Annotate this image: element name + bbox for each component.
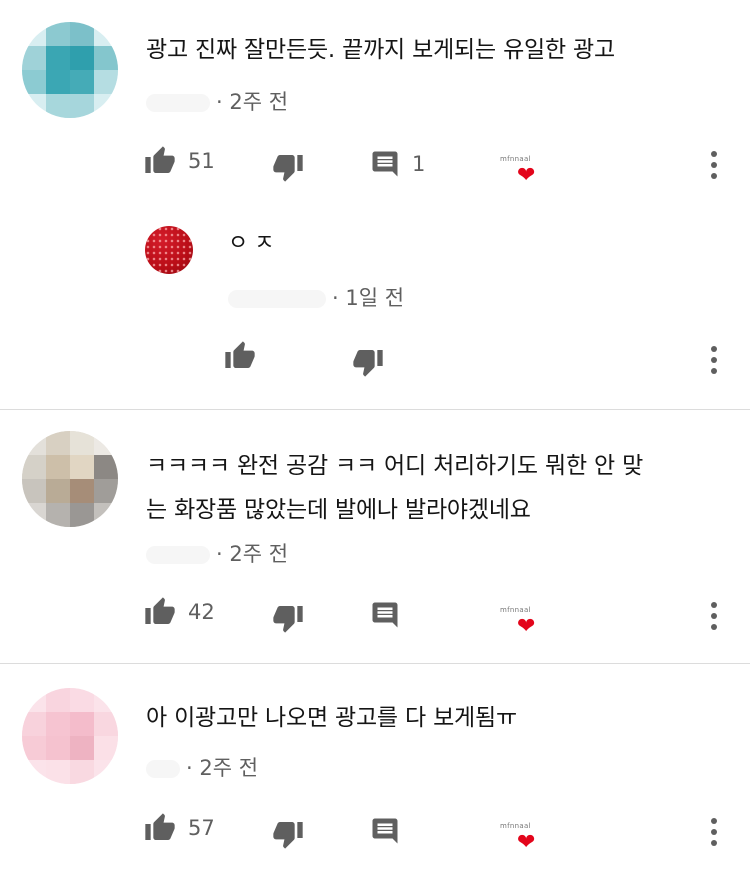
reply-text-line: ㅇㅈ: [228, 231, 281, 256]
blurred-author-name[interactable]: [146, 760, 180, 778]
comment-meta: · 2주 전: [146, 752, 258, 782]
heart-icon: ❤: [517, 163, 536, 188]
reply-avatar[interactable]: [145, 226, 193, 274]
like-button[interactable]: 42: [144, 596, 215, 628]
creator-heart: mfnnaal ❤: [500, 606, 556, 646]
comment-text-line: 아 이광고만 나오면 광고를 다 보게됨ㅠ: [146, 705, 517, 731]
comment-text-line: 는 화장품 많았는데 발에나 발라야겠네요: [146, 497, 531, 523]
comment-time: · 2주 전: [216, 542, 289, 566]
like-count: 51: [188, 149, 215, 173]
thumbs-up-icon: [145, 146, 175, 173]
comment-text-line: 광고 진짜 잘만든듯. 끝까지 보게되는 유일한 광고: [146, 37, 615, 63]
comment-actions: 42 mfnnaal ❤: [0, 594, 750, 638]
comment-text: 아 이광고만 나오면 광고를 다 보게됨ㅠ: [146, 700, 726, 736]
comment-text-line: ㅋㅋㅋㅋ 완전 공감 ㅋㅋ 어디 처리하기도 뭐한 안 맞: [146, 453, 644, 479]
like-button[interactable]: 57: [144, 812, 215, 844]
reply-button[interactable]: [370, 600, 400, 630]
avatar[interactable]: [22, 431, 118, 527]
like-button[interactable]: 51: [144, 145, 215, 177]
more-options-icon[interactable]: [709, 346, 719, 376]
more-options-icon[interactable]: [709, 602, 719, 632]
thumbs-down-icon: [353, 350, 383, 377]
like-count: 42: [188, 600, 215, 624]
thumbs-down-icon: [273, 606, 303, 633]
avatar[interactable]: [22, 688, 118, 784]
comment-icon: [372, 818, 398, 844]
dislike-button[interactable]: [272, 818, 304, 850]
avatar[interactable]: [22, 22, 118, 118]
comment-actions: 57 mfnnaal ❤: [0, 810, 750, 854]
heart-icon: ❤: [517, 830, 536, 855]
comment-icon: [372, 151, 398, 177]
comment-icon: [372, 602, 398, 628]
like-count: 57: [188, 816, 215, 840]
thumbs-up-icon: [145, 597, 175, 624]
comment-text: 광고 진짜 잘만든듯. 끝까지 보게되는 유일한 광고: [146, 32, 726, 68]
reply-count: 1: [412, 152, 426, 176]
thumbs-down-icon: [273, 155, 303, 182]
blurred-author-name[interactable]: [146, 546, 210, 564]
creator-heart: mfnnaal ❤: [500, 822, 556, 862]
blurred-author-name[interactable]: [146, 94, 210, 112]
creator-avatar-label: mfnnaal: [500, 606, 531, 614]
like-button[interactable]: [224, 340, 256, 372]
dislike-button[interactable]: [272, 151, 304, 183]
reply-meta: · 1일 전: [228, 282, 404, 312]
thread-divider: [0, 663, 750, 664]
blurred-author-name[interactable]: [228, 290, 326, 308]
more-options-icon[interactable]: [709, 818, 719, 848]
thumbs-up-icon: [145, 813, 175, 840]
comment-actions: 51 1 mfnnaal ❤: [0, 143, 750, 187]
comment-meta: · 2주 전: [146, 86, 288, 116]
comment-meta: · 2주 전: [146, 538, 288, 568]
comment-time: · 2주 전: [186, 756, 259, 780]
creator-avatar-label: mfnnaal: [500, 822, 531, 830]
comment-text: ㅋㅋㅋㅋ 완전 공감 ㅋㅋ 어디 처리하기도 뭐한 안 맞 는 화장품 많았는데…: [146, 444, 726, 532]
reply-button[interactable]: 1: [370, 149, 425, 179]
reply-text: ㅇㅈ: [228, 226, 750, 262]
comment-time: · 2주 전: [216, 90, 289, 114]
dislike-button[interactable]: [272, 602, 304, 634]
creator-heart: mfnnaal ❤: [500, 155, 556, 195]
thumbs-up-icon: [225, 341, 255, 368]
heart-icon: ❤: [517, 614, 536, 639]
reply-button[interactable]: [370, 816, 400, 846]
creator-avatar-label: mfnnaal: [500, 155, 531, 163]
more-options-icon[interactable]: [709, 151, 719, 181]
dislike-button[interactable]: [352, 346, 384, 378]
reply-time: · 1일 전: [332, 286, 405, 310]
reply-actions: [0, 338, 750, 378]
thread-divider: [0, 409, 750, 410]
thumbs-down-icon: [273, 822, 303, 849]
